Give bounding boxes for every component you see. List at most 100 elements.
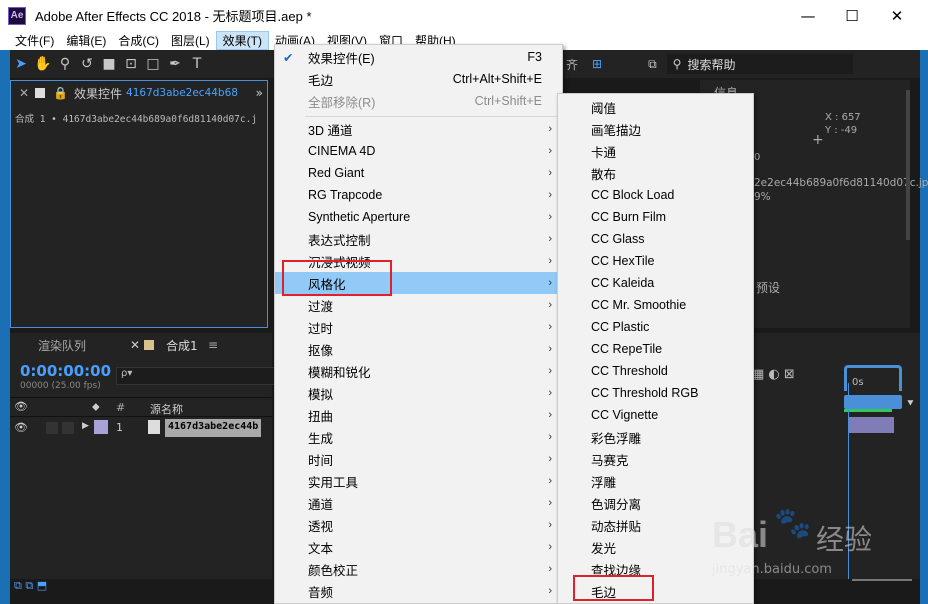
menu-item-effect-category[interactable]: 音频 › (275, 580, 562, 602)
submenu-item-stylize-effect[interactable]: CC Plastic (558, 316, 753, 338)
submenu-item-stylize-effect[interactable]: 彩色浮雕 (558, 426, 753, 448)
expand-arrow-icon[interactable]: ▶ (82, 421, 89, 431)
pan-behind-tool-icon[interactable]: ⊡ (120, 53, 142, 75)
submenu-item-stylize-effect[interactable]: 马赛克 (558, 448, 753, 470)
menu-composition[interactable]: 合成(C) (112, 31, 165, 50)
solo-switch[interactable] (62, 422, 74, 434)
zoom-slider[interactable] (852, 579, 912, 581)
menu-item-effect-category[interactable]: 生成 › (275, 426, 562, 448)
current-time-indicator[interactable] (848, 383, 849, 579)
menu-item-effect-category[interactable]: 通道 › (275, 492, 562, 514)
effect-controls-tab[interactable]: ✕ 🔒 效果控件 4167d3abe2ec44b68 » (11, 81, 267, 105)
menu-item-effect-category[interactable]: Synthetic Aperture › (275, 206, 562, 228)
menu-effect[interactable]: 效果(T) (215, 31, 269, 50)
align-label: 齐 (566, 57, 579, 72)
menu-item-effect-category[interactable]: 表达式控制 › (275, 228, 562, 250)
submenu-item-stylize-effect[interactable]: 画笔描边 (558, 118, 753, 140)
menu-item-label: 过时 (308, 321, 334, 336)
minimize-button[interactable]: — (785, 0, 831, 31)
workspace-icon[interactable]: ⧉ (648, 57, 657, 72)
menu-item-effect-category[interactable]: 模拟 › (275, 382, 562, 404)
menu-file[interactable]: 文件(F) (9, 31, 60, 50)
submenu-item-stylize-effect[interactable]: CC HexTile (558, 250, 753, 272)
submenu-item-stylize-effect[interactable]: 卡通 (558, 140, 753, 162)
selection-tool-icon[interactable]: ➤ (10, 53, 32, 75)
menu-item-effect-category[interactable]: Red Giant › (275, 162, 562, 184)
menu-edit[interactable]: 编辑(E) (60, 31, 112, 50)
timeline-switch-icons[interactable]: ▦ ◐ ⊠ (752, 367, 795, 382)
menu-item-effect-category[interactable]: 过渡 › (275, 294, 562, 316)
submenu-item-stylize-effect[interactable]: CC Kaleida (558, 272, 753, 294)
layer-search-input[interactable]: ρ▾ (116, 367, 276, 385)
submenu-item-stylize-effect[interactable]: 浮雕 (558, 470, 753, 492)
camera-tool-icon[interactable]: ■ (98, 53, 120, 75)
menu-item-effect-category[interactable]: 模糊和锐化 › (275, 360, 562, 382)
rotate-tool-icon[interactable]: ↺ (76, 53, 98, 75)
submenu-item-stylize-effect[interactable]: 色调分离 (558, 492, 753, 514)
close-tab-icon[interactable]: ✕ (19, 86, 29, 100)
menu-item-label: 3D 通道 (308, 123, 353, 138)
submenu-arrow-icon: › (548, 167, 552, 179)
zoom-tool-icon[interactable]: ⚲ (54, 53, 76, 75)
submenu-item-stylize-effect[interactable]: 动态拼贴 (558, 514, 753, 536)
menu-item-remove-all[interactable]: 全部移除(R) Ctrl+Shift+E (275, 90, 562, 112)
search-help-box[interactable]: ⚲ 搜索帮助 (666, 54, 853, 74)
submenu-arrow-icon: › (548, 233, 552, 245)
marker-icon[interactable]: ⯆ (906, 397, 915, 411)
timeline-footer-icons[interactable]: ⧉ ⧉ ⬒ (14, 579, 47, 593)
text-tool-icon[interactable]: T (186, 53, 208, 75)
close-button[interactable]: ✕ (874, 0, 920, 31)
menu-item-effect-category[interactable]: 抠像 › (275, 338, 562, 360)
submenu-arrow-icon: › (548, 365, 552, 377)
stylize-submenu: 阈值 画笔描边 卡通 散布 CC Block Load CC Burn Film CC Gl… (557, 93, 754, 604)
submenu-item-stylize-effect[interactable]: CC Threshold RGB (558, 382, 753, 404)
visibility-eye-icon[interactable]: 👁 (14, 421, 28, 434)
submenu-item-stylize-effect[interactable]: 阈值 (558, 96, 753, 118)
timecode[interactable]: 0:00:00:00 (20, 362, 111, 380)
menu-item-effect-category[interactable]: 透视 › (275, 514, 562, 536)
work-area-range[interactable] (844, 395, 902, 409)
tab-menu-icon[interactable]: ≡ (208, 338, 218, 352)
submenu-item-stylize-effect[interactable]: CC Burn Film (558, 206, 753, 228)
menu-item-effect-category[interactable]: 颜色校正 › (275, 558, 562, 580)
close-comp-tab-icon[interactable]: ✕ (130, 338, 140, 352)
submenu-item-stylize-effect[interactable]: CC Block Load (558, 184, 753, 206)
rectangle-tool-icon[interactable]: □ (142, 53, 164, 75)
menu-item-effect-category[interactable]: 3D 通道 › (275, 118, 562, 140)
search-help-text: 搜索帮助 (687, 57, 736, 72)
menu-item-roughen-edges-recent[interactable]: 毛边 Ctrl+Alt+Shift+E (275, 68, 562, 90)
menu-item-effect-category[interactable]: CINEMA 4D › (275, 140, 562, 162)
audio-switch[interactable] (46, 422, 58, 434)
snap-icon[interactable]: ⊞ (592, 57, 602, 71)
table-row[interactable]: 👁 ▶ 1 4167d3abe2ec44b (10, 417, 272, 439)
maximize-button[interactable]: ☐ (829, 0, 875, 31)
submenu-item-stylize-effect[interactable]: CC Threshold (558, 360, 753, 382)
menu-item-effect-controls[interactable]: ✔ 效果控件(E) F3 (275, 46, 562, 68)
submenu-arrow-icon: › (548, 255, 552, 267)
menu-item-effect-category[interactable]: 实用工具 › (275, 470, 562, 492)
panel-menu-icon[interactable] (35, 88, 46, 98)
menu-item-effect-category[interactable]: RG Trapcode › (275, 184, 562, 206)
menu-item-effect-category[interactable]: 时间 › (275, 448, 562, 470)
submenu-item-stylize-effect[interactable]: CC Glass (558, 228, 753, 250)
menu-layer[interactable]: 图层(L) (165, 31, 216, 50)
submenu-item-stylize-effect[interactable]: CC Mr. Smoothie (558, 294, 753, 316)
panel-overflow-icon[interactable]: » (256, 86, 263, 100)
submenu-item-stylize-effect[interactable]: 散布 (558, 162, 753, 184)
info-scrollbar[interactable] (906, 90, 910, 240)
layer-duration-bar[interactable] (848, 417, 894, 433)
hand-tool-icon[interactable]: ✋ (32, 53, 54, 75)
tab-render-queue[interactable]: 渲染队列 (38, 337, 86, 354)
lock-icon[interactable]: 🔒 (53, 86, 68, 100)
submenu-item-stylize-effect[interactable]: CC RepeTile (558, 338, 753, 360)
submenu-item-stylize-effect[interactable]: 发光 (558, 536, 753, 558)
layer-label-color[interactable] (94, 420, 108, 434)
column-source-name[interactable]: 源名称 (150, 401, 183, 417)
layer-name[interactable]: 4167d3abe2ec44b (165, 419, 262, 437)
submenu-item-stylize-effect[interactable]: CC Vignette (558, 404, 753, 426)
tab-comp1[interactable]: 合成1 (166, 337, 198, 354)
pen-tool-icon[interactable]: ✒ (164, 53, 186, 75)
menu-item-effect-category[interactable]: 文本 › (275, 536, 562, 558)
menu-item-effect-category[interactable]: 扭曲 › (275, 404, 562, 426)
menu-item-effect-category[interactable]: 过时 › (275, 316, 562, 338)
